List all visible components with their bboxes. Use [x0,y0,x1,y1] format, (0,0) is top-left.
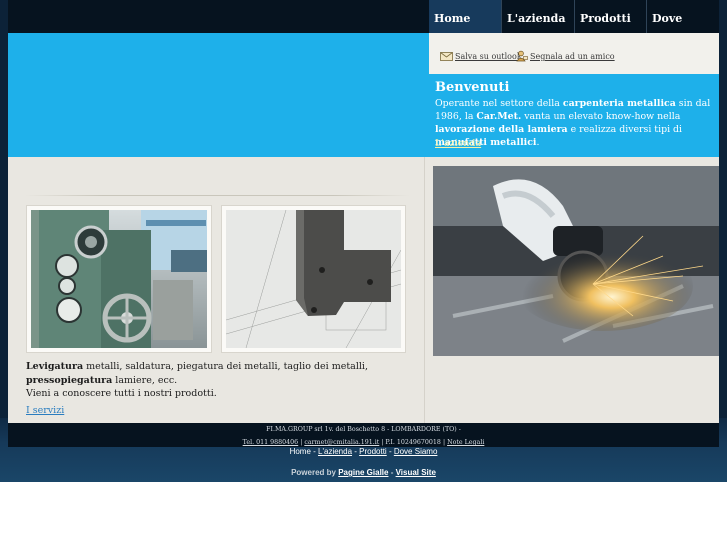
footer-contacts: Tel. 011 9880406 | carmet@cmitalia.191.i… [242,439,485,446]
header-banner [8,33,429,157]
azienda-link[interactable]: L'azienda [435,138,481,149]
footer-email-link[interactable]: carmet@cmitalia.191.it [304,439,379,446]
services-link[interactable]: I servizi [26,405,64,416]
bottom-nav-dove-siamo[interactable]: Dove Siamo [394,447,438,456]
nav-dove-siamo[interactable]: Dove Siamo [647,0,719,63]
grinding-photo [433,166,719,356]
footer-address: FI.MA.GROUP srl 1v. del Boschetto 8 - LO… [266,426,461,433]
drill-press-image [31,210,207,348]
footer-piva: P.I. 10249670018 [385,439,441,446]
bottom-nav-azienda[interactable]: L'azienda [318,447,352,456]
bottom-nav: Home - L'azienda - Prodotti - Dove Siamo [289,447,438,456]
bottom-nav-home[interactable]: Home [290,447,311,456]
nav-home[interactable]: Home [429,0,502,33]
services-description: Levigatura metalli, saldatura, piegatura… [26,361,368,399]
main-nav: Home L'azienda Prodotti Dove Siamo [429,0,719,63]
powered-prefix: Powered by [291,468,336,477]
utility-bar: Salva su outlook Segnala ad un amico [429,33,719,74]
welcome-title: Benvenuti [435,80,510,95]
machine-photo [26,205,212,353]
footer-bar: FI.MA.GROUP srl 1v. del Boschetto 8 - LO… [8,423,719,447]
visual-site-link[interactable]: Visual Site [396,468,436,477]
footer-tel[interactable]: Tel. 011 9880406 [243,439,299,446]
recommend-friend-icon [516,50,528,62]
footer-legal-link[interactable]: Note Legali [447,439,484,446]
powered-by: Powered by Pagine Gialle - Visual Site [291,468,436,477]
content-divider [25,195,410,196]
welcome-panel: Benvenuti Operante nel settore della car… [429,74,719,157]
bottom-nav-prodotti[interactable]: Prodotti [359,447,387,456]
recommend-friend-link[interactable]: Segnala ad un amico [530,52,615,61]
nav-prodotti[interactable]: Prodotti [575,0,647,33]
save-outlook-link[interactable]: Salva su outlook [455,52,522,61]
metal-part-photo [221,205,406,353]
outlook-icon [440,52,453,61]
sheet-metal-image [226,210,401,348]
pagine-gialle-link[interactable]: Pagine Gialle [338,468,388,477]
nav-azienda[interactable]: L'azienda [502,0,575,33]
